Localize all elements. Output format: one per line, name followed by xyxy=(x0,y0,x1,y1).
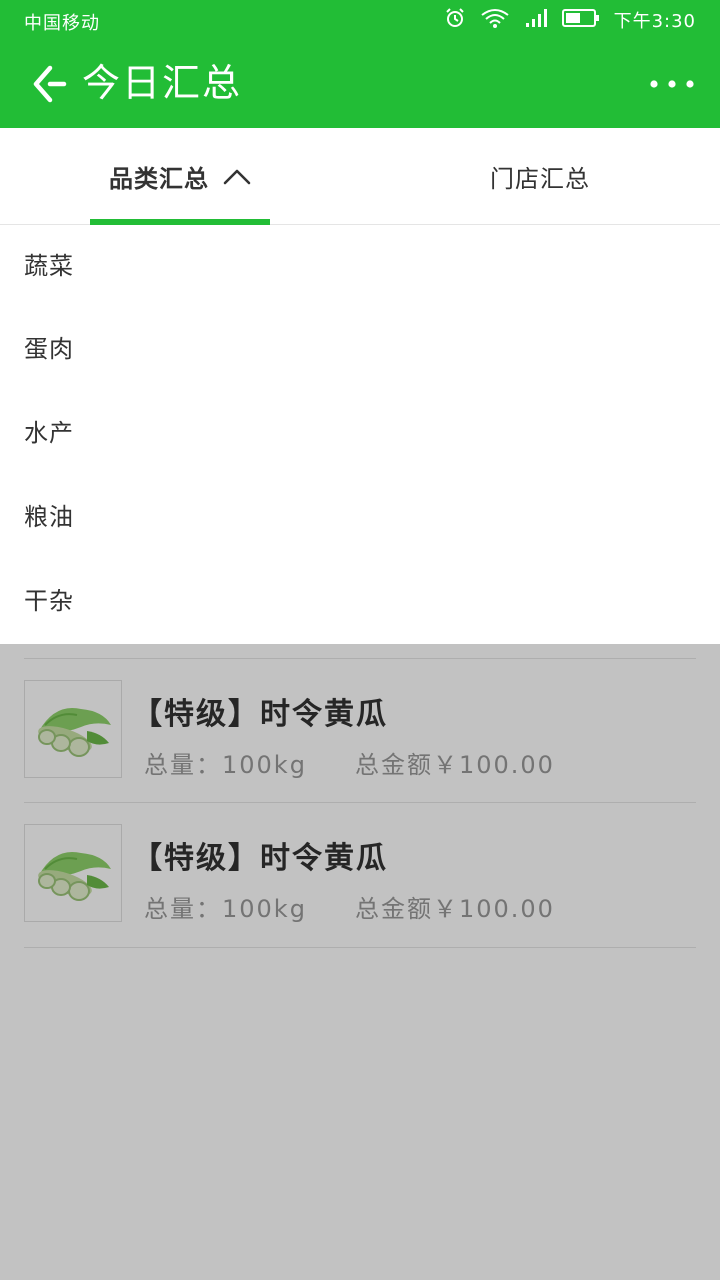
more-button[interactable] xyxy=(646,72,698,96)
wifi-icon xyxy=(480,7,510,34)
category-option-vegetables[interactable]: 蔬菜 xyxy=(0,225,720,307)
status-time: 下午3:30 xyxy=(613,11,696,32)
alarm-icon xyxy=(444,7,466,34)
chevron-up-icon xyxy=(223,169,251,185)
summary-tabs: 品类汇总 门店汇总 xyxy=(0,128,720,225)
category-option-grain-oil[interactable]: 粮油 xyxy=(0,475,720,559)
status-icons: 下午3:30 xyxy=(444,7,696,34)
back-arrow-icon xyxy=(33,65,67,103)
back-button[interactable] xyxy=(28,62,72,106)
dropdown-backdrop[interactable] xyxy=(0,644,720,1280)
page-title: 今日汇总 xyxy=(82,61,243,105)
category-option-dry-goods[interactable]: 干杂 xyxy=(0,559,720,643)
battery-icon xyxy=(561,7,600,34)
category-dropdown: 蔬菜 蛋肉 水产 粮油 干杂 xyxy=(0,225,720,644)
category-option-eggs-meat[interactable]: 蛋肉 xyxy=(0,307,720,391)
tab-category-label: 品类汇总 xyxy=(109,164,209,193)
status-bar: 中国移动 下午3:30 xyxy=(0,0,720,40)
tab-store-label: 门店汇总 xyxy=(490,164,590,193)
tab-category-summary[interactable]: 品类汇总 xyxy=(0,128,360,224)
tab-store-summary[interactable]: 门店汇总 xyxy=(360,128,720,224)
carrier-name: 中国移动 xyxy=(24,13,100,34)
title-bar: 今日汇总 xyxy=(0,40,720,128)
signal-icon xyxy=(524,7,548,34)
category-option-seafood[interactable]: 水产 xyxy=(0,391,720,475)
more-dots-icon xyxy=(650,80,694,88)
